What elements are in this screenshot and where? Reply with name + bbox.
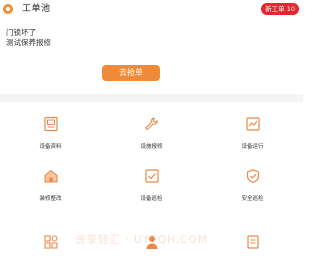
grid-item-label: 设备巡检 xyxy=(140,196,163,202)
grid-item-renovation[interactable]: 装修整改 xyxy=(0,154,101,206)
check-box-icon xyxy=(144,169,159,183)
chart-icon xyxy=(245,117,260,131)
order-description: 测试保养报修 xyxy=(6,38,51,47)
grid-item-device-inspection[interactable]: 设备巡检 xyxy=(101,154,202,206)
order-title: 门锁坏了 xyxy=(6,28,36,37)
grid-item-label: 设备运行 xyxy=(241,144,264,150)
grid-item-device-run[interactable]: 设备运行 xyxy=(202,102,303,154)
shield-icon xyxy=(246,169,259,183)
logo-icon xyxy=(3,4,13,14)
apps-icon xyxy=(43,235,58,249)
grab-order-button[interactable]: 去抢单 xyxy=(102,65,160,81)
house-icon xyxy=(43,169,58,183)
order-card: 工单池 新工单 10 门锁坏了 测试保养报修 去抢单 xyxy=(0,0,303,94)
grid-item-label: 安全巡检 xyxy=(241,196,264,202)
grid-item-label: 设备资料 xyxy=(39,144,62,150)
wrench-icon xyxy=(145,117,158,130)
grid-item-repair[interactable]: 设施报修 xyxy=(101,102,202,154)
grid-item-safety-inspection[interactable]: 安全巡检 xyxy=(202,154,303,206)
new-order-badge[interactable]: 新工单 10 xyxy=(261,3,299,15)
device-info-icon xyxy=(43,116,58,132)
grid-item-label: 设施报修 xyxy=(140,144,163,150)
grid-item-label: 装修整改 xyxy=(39,196,62,202)
page-title: 工单池 xyxy=(22,4,51,14)
section-divider xyxy=(0,94,303,102)
doc-icon xyxy=(246,235,259,249)
grid-item-doc[interactable] xyxy=(202,206,303,262)
grid-item-device-info[interactable]: 设备资料 xyxy=(0,102,101,154)
watermark: 资享轻汇 · UYCQH.COM xyxy=(75,234,208,246)
